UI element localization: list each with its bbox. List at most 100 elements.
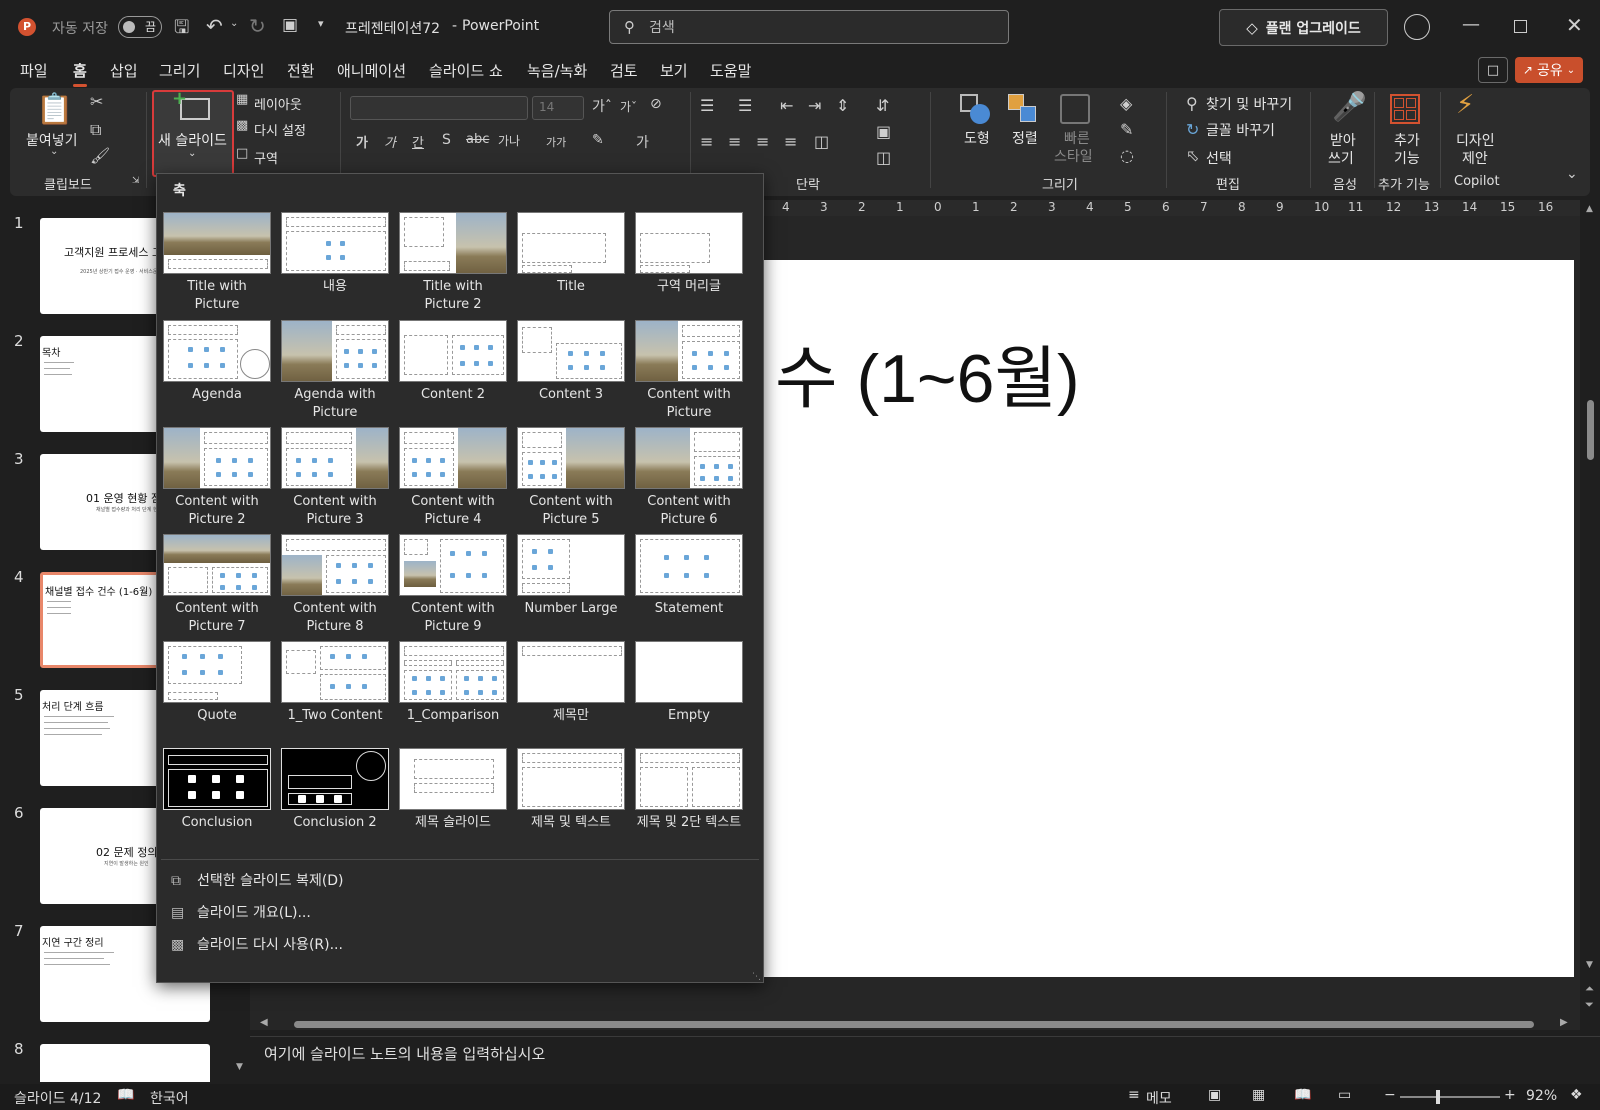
layout-quote[interactable]: Quote	[163, 641, 271, 725]
scroll-down-icon[interactable]: ▼	[1586, 960, 1593, 970]
start-slideshow-icon[interactable]: ▣	[282, 15, 298, 35]
scroll-down-icon[interactable]: ▼	[236, 1062, 243, 1072]
font-color-icon[interactable]: 가	[636, 132, 649, 152]
layout-number-large[interactable]: Number Large	[517, 534, 625, 618]
decrease-indent-icon[interactable]: ⇤	[780, 96, 793, 115]
shadow-icon[interactable]: S	[442, 132, 451, 148]
shapes-icon[interactable]	[960, 94, 990, 124]
layout-content-3[interactable]: Content 3	[517, 320, 625, 404]
previous-slide-icon[interactable]: ⏶	[1585, 982, 1594, 996]
columns-icon[interactable]: ◫	[814, 132, 829, 151]
italic-icon[interactable]: 가	[384, 132, 396, 151]
dialog-launcher-icon[interactable]: ⇲	[132, 176, 140, 186]
layout-conclusion[interactable]: Conclusion	[163, 748, 271, 832]
section-button[interactable]: 구역	[254, 148, 278, 167]
layout-empty[interactable]: Empty	[635, 641, 743, 725]
save-icon[interactable]: 🖫	[174, 15, 189, 45]
arrange-button[interactable]: 정렬	[1012, 128, 1038, 148]
layout-content-with-picture-9[interactable]: Content with Picture 9	[399, 534, 507, 636]
tab-file[interactable]: 파일	[20, 60, 48, 81]
zoom-in-icon[interactable]: +	[1504, 1087, 1516, 1103]
vertical-scrollbar[interactable]: ▲ ▼ ⏶ ⏷	[1584, 200, 1598, 1020]
text-direction-icon[interactable]: ⇵	[876, 96, 889, 115]
layout-conclusion-2[interactable]: Conclusion 2	[281, 748, 389, 832]
cut-icon[interactable]: ✂	[90, 92, 103, 111]
layout-title-with-picture-2[interactable]: Title with Picture 2	[399, 212, 507, 314]
autosave-toggle[interactable]: 끔	[118, 16, 162, 38]
scroll-up-icon[interactable]: ▲	[1586, 204, 1593, 214]
justify-icon[interactable]: ≡	[784, 132, 797, 151]
layout-content[interactable]: 내용	[281, 212, 389, 296]
scroll-thumb[interactable]	[294, 1021, 1534, 1028]
numbering-icon[interactable]: ☰	[738, 96, 752, 115]
clear-formatting-icon[interactable]: ⊘	[650, 96, 662, 112]
align-right-icon[interactable]: ≡	[756, 132, 769, 151]
tab-home[interactable]: 홈	[73, 60, 87, 87]
layout-content-with-picture-4[interactable]: Content with Picture 4	[399, 427, 507, 529]
new-slide-button[interactable]: + 새 슬라이드 ⌄	[152, 88, 234, 177]
layout-statement[interactable]: Statement	[635, 534, 743, 618]
highlight-icon[interactable]: ✎	[592, 132, 604, 148]
bold-icon[interactable]: 가	[356, 132, 368, 151]
close-icon[interactable]: ✕	[1566, 13, 1583, 37]
grow-font-icon[interactable]: 가ˆ	[592, 96, 612, 116]
layout-content-with-picture-2[interactable]: Content with Picture 2	[163, 427, 271, 529]
designer-button[interactable]: 디자인	[1456, 130, 1495, 150]
addins-button[interactable]: 추가	[1394, 130, 1420, 150]
layout-1-comparison[interactable]: 1_Comparison	[399, 641, 507, 725]
scroll-right-icon[interactable]: ▶	[1560, 1017, 1568, 1028]
tab-insert[interactable]: 삽입	[110, 60, 138, 81]
layout-button[interactable]: 레이아웃	[254, 94, 302, 113]
align-text-icon[interactable]: ▣	[876, 122, 891, 141]
layout-content-with-picture-3[interactable]: Content with Picture 3	[281, 427, 389, 529]
dictate-button[interactable]: 받아	[1330, 130, 1356, 150]
addins-icon[interactable]	[1390, 94, 1420, 124]
redo-icon[interactable]: ↻	[249, 14, 266, 38]
font-size-input[interactable]: 14	[532, 96, 584, 120]
layout-section-header[interactable]: 구역 머리글	[635, 212, 743, 296]
tab-view[interactable]: 보기	[660, 60, 688, 81]
paste-dropdown-icon[interactable]: ⌄	[50, 146, 58, 157]
next-slide-icon[interactable]: ⏷	[1585, 998, 1594, 1012]
increase-indent-icon[interactable]: ⇥	[808, 96, 821, 115]
dictate-icon[interactable]: 🎤	[1332, 90, 1367, 123]
scroll-left-icon[interactable]: ◀	[260, 1017, 268, 1028]
duplicate-slides-menu-item[interactable]: ⧉ 선택한 슬라이드 복제(D)	[171, 870, 344, 890]
tab-slideshow[interactable]: 슬라이드 쇼	[429, 60, 503, 81]
designer-icon[interactable]: ⚡	[1456, 90, 1474, 120]
reuse-slides-menu-item[interactable]: ▩ 슬라이드 다시 사용(R)...	[171, 934, 343, 954]
dictate-button-2[interactable]: 쓰기	[1328, 148, 1354, 168]
layout-content-with-picture-7[interactable]: Content with Picture 7	[163, 534, 271, 636]
notes-pane[interactable]: 여기에 슬라이드 노트의 내용을 입력하십시오	[250, 1036, 1600, 1084]
maximize-icon[interactable]	[1514, 20, 1527, 33]
horizontal-scrollbar[interactable]: ◀ ▶	[260, 1017, 1570, 1030]
zoom-thumb[interactable]	[1436, 1090, 1440, 1104]
replace-font-button[interactable]: 글꼴 바꾸기	[1206, 120, 1275, 140]
shape-fill-icon[interactable]: ◈	[1120, 94, 1132, 113]
layout-title-only[interactable]: 제목만	[517, 641, 625, 725]
upgrade-plan-button[interactable]: ◇ 플랜 업그레이드	[1219, 9, 1388, 46]
bullets-icon[interactable]: ☰	[700, 96, 714, 115]
collapse-ribbon-icon[interactable]: ⌄	[1566, 166, 1578, 182]
tab-draw[interactable]: 그리기	[159, 60, 200, 81]
shapes-button[interactable]: 도형	[964, 128, 990, 148]
layout-content-with-picture-6[interactable]: Content with Picture 6	[635, 427, 743, 529]
smartart-icon[interactable]: ◫	[876, 148, 891, 167]
minimize-icon[interactable]: —	[1462, 14, 1480, 35]
search-box[interactable]: ⚲ 검색	[609, 10, 1009, 44]
shape-outline-icon[interactable]: ✎	[1120, 120, 1133, 139]
layout-agenda-with-picture[interactable]: Agenda with Picture	[281, 320, 389, 422]
paste-icon[interactable]: 📋	[36, 92, 73, 127]
layout-content-with-picture[interactable]: Content with Picture	[635, 320, 743, 422]
layout-title-and-two-column-text[interactable]: 제목 및 2단 텍스트	[635, 748, 743, 832]
reset-button[interactable]: 다시 설정	[254, 120, 306, 139]
zoom-out-icon[interactable]: −	[1384, 1087, 1396, 1103]
arrange-icon[interactable]	[1008, 94, 1038, 124]
copy-icon[interactable]: ⧉	[90, 120, 101, 140]
comments-button[interactable]: □	[1478, 57, 1508, 83]
zoom-level[interactable]: 92%	[1526, 1088, 1557, 1104]
slide-thumbnail[interactable]	[40, 1044, 210, 1082]
shrink-font-icon[interactable]: 가ˇ	[620, 98, 637, 115]
slideshow-view-icon[interactable]: ▭	[1338, 1087, 1351, 1103]
layout-content-with-picture-8[interactable]: Content with Picture 8	[281, 534, 389, 636]
